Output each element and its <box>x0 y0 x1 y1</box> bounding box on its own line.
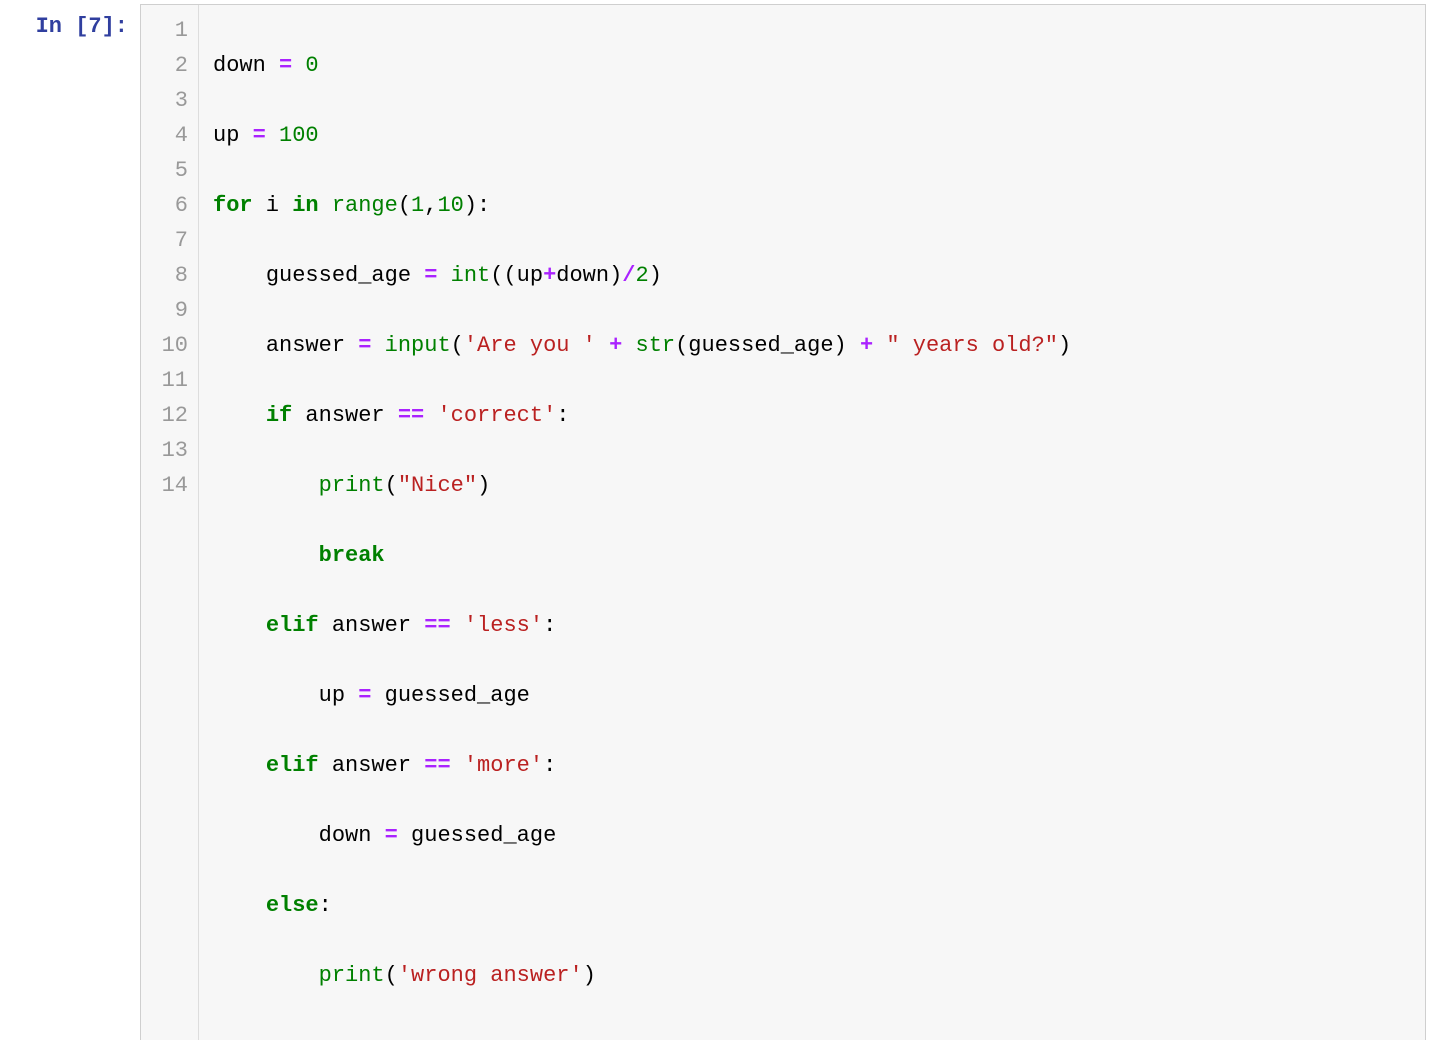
line-number: 4 <box>155 118 188 153</box>
code-line[interactable]: print("Nice") <box>213 468 1071 503</box>
line-number: 5 <box>155 153 188 188</box>
code-line[interactable]: answer = input('Are you ' + str(guessed_… <box>213 328 1071 363</box>
prompt-close: ]: <box>102 14 128 39</box>
line-number: 11 <box>155 363 188 398</box>
code-line[interactable]: guessed_age = int((up+down)/2) <box>213 258 1071 293</box>
prompt-open: [ <box>75 14 88 39</box>
line-number: 12 <box>155 398 188 433</box>
line-number: 2 <box>155 48 188 83</box>
code-line[interactable]: up = 100 <box>213 118 1071 153</box>
code-cell: In [7]: 1 2 3 4 5 6 7 8 9 10 11 12 13 14… <box>0 0 1446 1040</box>
line-number: 1 <box>155 13 188 48</box>
code-line[interactable]: elif answer == 'less': <box>213 608 1071 643</box>
code-line[interactable]: down = guessed_age <box>213 818 1071 853</box>
line-number: 14 <box>155 468 188 503</box>
line-number: 9 <box>155 293 188 328</box>
code-line[interactable]: up = guessed_age <box>213 678 1071 713</box>
code-line[interactable]: else: <box>213 888 1071 923</box>
code-line[interactable]: elif answer == 'more': <box>213 748 1071 783</box>
line-number: 6 <box>155 188 188 223</box>
code-line[interactable]: for i in range(1,10): <box>213 188 1071 223</box>
line-gutter: 1 2 3 4 5 6 7 8 9 10 11 12 13 14 <box>141 5 199 1040</box>
line-number: 3 <box>155 83 188 118</box>
code-line[interactable]: down = 0 <box>213 48 1071 83</box>
code-line[interactable]: print('wrong answer') <box>213 958 1071 993</box>
code-line[interactable]: break <box>213 538 1071 573</box>
code-editor[interactable]: down = 0 up = 100 for i in range(1,10): … <box>199 5 1083 1040</box>
code-input-area[interactable]: 1 2 3 4 5 6 7 8 9 10 11 12 13 14 down = … <box>140 4 1426 1040</box>
line-number: 13 <box>155 433 188 468</box>
line-number: 8 <box>155 258 188 293</box>
input-prompt: In [7]: <box>0 4 140 39</box>
line-number: 10 <box>155 328 188 363</box>
prompt-exec-count: 7 <box>88 14 101 39</box>
prompt-in: In <box>36 14 76 39</box>
code-line[interactable]: if answer == 'correct': <box>213 398 1071 433</box>
line-number: 7 <box>155 223 188 258</box>
